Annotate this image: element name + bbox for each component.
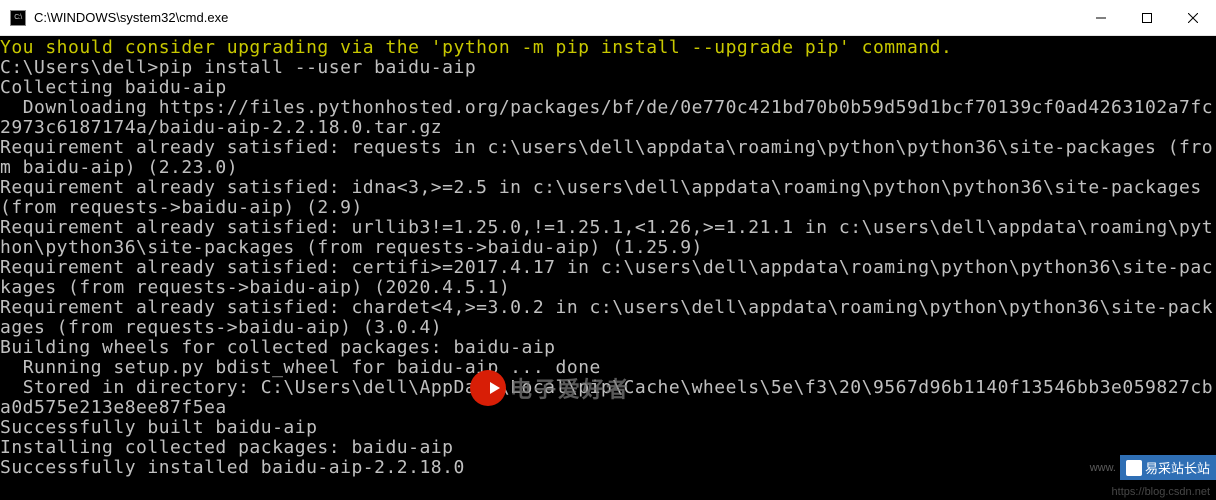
- terminal-line: You should consider upgrading via the 'p…: [0, 38, 1216, 58]
- terminal-line: Downloading https://files.pythonhosted.o…: [0, 98, 1216, 138]
- maximize-icon: [1142, 13, 1152, 23]
- terminal-line: Requirement already satisfied: idna<3,>=…: [0, 178, 1216, 218]
- window-controls: [1078, 0, 1216, 35]
- minimize-icon: [1096, 13, 1106, 23]
- terminal-line: Requirement already satisfied: certifi>=…: [0, 258, 1216, 298]
- terminal-line: Stored in directory: C:\Users\dell\AppDa…: [0, 378, 1216, 418]
- cmd-app-icon: C:\: [10, 10, 26, 26]
- terminal-line: Requirement already satisfied: urllib3!=…: [0, 218, 1216, 258]
- minimize-button[interactable]: [1078, 0, 1124, 36]
- terminal-line: Collecting baidu-aip: [0, 78, 1216, 98]
- terminal-output[interactable]: You should consider upgrading via the 'p…: [0, 36, 1216, 500]
- window-title: C:\WINDOWS\system32\cmd.exe: [34, 10, 1078, 25]
- terminal-line: Installing collected packages: baidu-aip: [0, 438, 1216, 458]
- terminal-line: Running setup.py bdist_wheel for baidu-a…: [0, 358, 1216, 378]
- terminal-line: C:\Users\dell>pip install --user baidu-a…: [0, 58, 1216, 78]
- terminal-line: Building wheels for collected packages: …: [0, 338, 1216, 358]
- close-button[interactable]: [1170, 0, 1216, 36]
- maximize-button[interactable]: [1124, 0, 1170, 36]
- terminal-line: Requirement already satisfied: requests …: [0, 138, 1216, 178]
- close-icon: [1188, 13, 1198, 23]
- window-titlebar: C:\ C:\WINDOWS\system32\cmd.exe: [0, 0, 1216, 36]
- terminal-line: Requirement already satisfied: chardet<4…: [0, 298, 1216, 338]
- terminal-line: Successfully installed baidu-aip-2.2.18.…: [0, 458, 1216, 478]
- terminal-line: Successfully built baidu-aip: [0, 418, 1216, 438]
